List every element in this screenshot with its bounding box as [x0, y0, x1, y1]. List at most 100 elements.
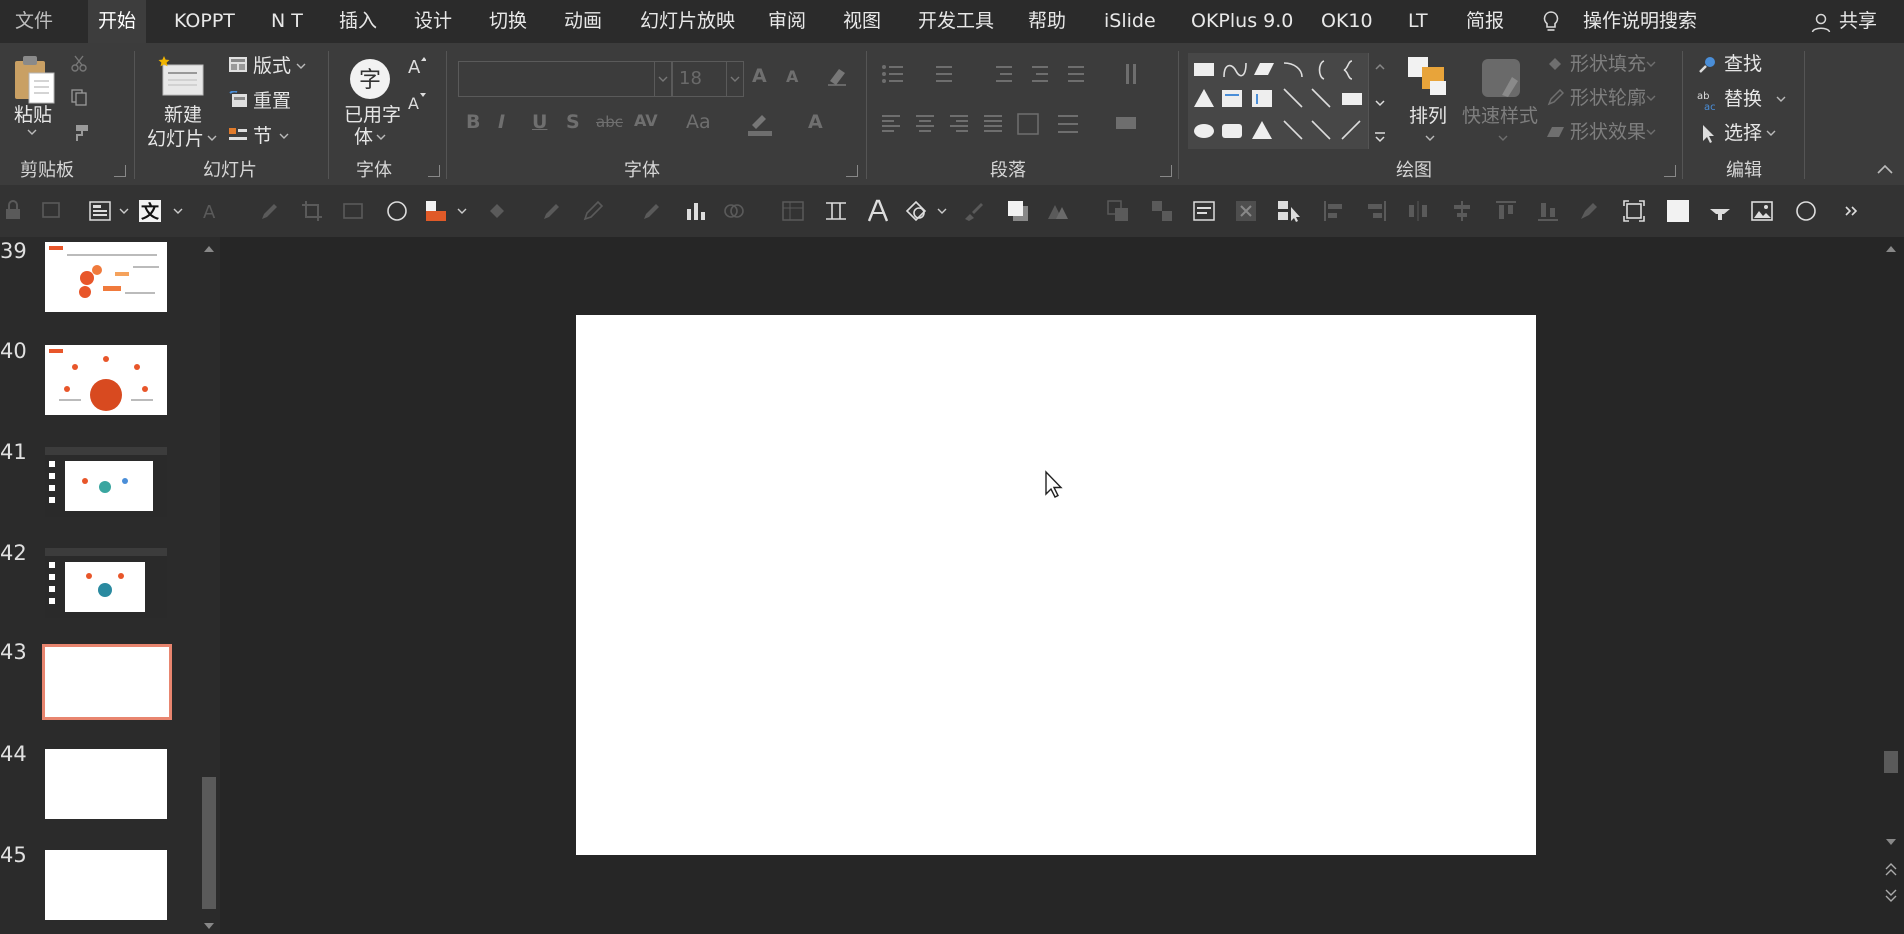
select-cursor-icon[interactable] — [1700, 123, 1718, 145]
text-frame-icon[interactable] — [1192, 199, 1216, 223]
paragraph-dialog-launcher[interactable] — [1160, 165, 1172, 177]
section-button[interactable]: 节 — [253, 125, 272, 147]
slide-thumbnail-41[interactable] — [45, 447, 167, 517]
recolor-icon[interactable] — [1578, 199, 1602, 223]
image-icon[interactable] — [1750, 199, 1774, 223]
triangles-icon[interactable] — [1046, 199, 1070, 223]
wordart-icon[interactable] — [866, 199, 890, 223]
scroll-up-arrow-icon[interactable] — [203, 244, 215, 254]
fill-color-icon[interactable] — [424, 199, 448, 223]
slide-thumbnail-42[interactable] — [45, 548, 167, 618]
share-button[interactable]: 共享 — [1839, 0, 1877, 43]
slide-thumbnail-44[interactable] — [45, 749, 167, 819]
align-bottom-icon[interactable] — [1536, 199, 1560, 223]
slide-thumbnail-45[interactable] — [45, 850, 167, 920]
paragraph-row1-icons[interactable] — [880, 61, 1150, 87]
character-spacing-icon[interactable]: AV — [634, 111, 658, 130]
tab-view[interactable]: 视图 — [843, 0, 881, 43]
font-name-field[interactable] — [458, 61, 672, 97]
current-slide-canvas[interactable] — [576, 315, 1536, 855]
align-top-icon[interactable] — [1494, 199, 1518, 223]
chevron-down-icon[interactable] — [376, 134, 386, 141]
paint-bucket-icon[interactable] — [1546, 55, 1564, 73]
tab-ok10[interactable]: OK10 — [1321, 0, 1373, 43]
chevron-down-icon[interactable] — [207, 135, 217, 142]
increase-font-icon[interactable]: A — [406, 55, 426, 77]
arrange-button[interactable]: 排列 — [1409, 105, 1447, 127]
group-icon[interactable] — [1106, 199, 1130, 223]
shadow-shape-icon[interactable] — [1006, 199, 1030, 223]
new-slide-icon[interactable] — [157, 55, 207, 101]
thumbnail-scrollbar[interactable] — [198, 237, 220, 934]
chevron-down-icon[interactable] — [118, 199, 130, 223]
bucket-icon[interactable] — [486, 199, 510, 223]
tab-home[interactable]: 开始 — [88, 0, 147, 43]
tab-brief[interactable]: 简报 — [1466, 0, 1504, 43]
font-size-field[interactable]: 18 — [672, 61, 744, 97]
change-case-icon[interactable]: Aa — [686, 111, 711, 133]
slide-thumbnail-43-selected[interactable] — [42, 644, 172, 720]
chevron-down-icon[interactable] — [1766, 130, 1776, 137]
tab-transitions[interactable]: 切换 — [489, 0, 527, 43]
arrange-icon[interactable] — [1406, 55, 1450, 99]
white-square-icon[interactable] — [1666, 199, 1690, 223]
new-slide-label-2[interactable]: 幻灯片 — [147, 128, 204, 150]
editor-vertical-scrollbar[interactable] — [1878, 237, 1904, 934]
chevron-down-icon[interactable] — [1646, 95, 1656, 102]
replace-icon[interactable]: abac — [1696, 89, 1718, 111]
italic-icon[interactable]: I — [498, 111, 505, 133]
align-left-icon[interactable] — [1322, 199, 1346, 223]
chevron-down-icon[interactable] — [936, 199, 948, 223]
thumbnail-scroll-thumb[interactable] — [202, 777, 216, 909]
chevron-down-icon[interactable] — [658, 76, 668, 83]
align-right-icon[interactable] — [1364, 199, 1388, 223]
shape-effects-icon[interactable] — [1544, 123, 1566, 141]
shape-effects-button[interactable]: 形状效果 — [1570, 121, 1646, 143]
merge-shapes-icon[interactable] — [722, 199, 746, 223]
shrink-font-icon[interactable]: A — [786, 67, 798, 86]
drawing-dialog-launcher[interactable] — [1664, 165, 1676, 177]
tab-developer[interactable]: 开发工具 — [918, 0, 994, 43]
table-icon[interactable] — [781, 199, 805, 223]
reset-button[interactable]: 重置 — [253, 90, 291, 112]
next-slide-icon[interactable] — [1884, 887, 1898, 903]
tab-animations[interactable]: 动画 — [564, 0, 602, 43]
circle-outline-icon[interactable] — [1794, 199, 1818, 223]
close-box-icon[interactable] — [1234, 199, 1258, 223]
textbox-icon[interactable] — [88, 199, 112, 223]
lamp-icon[interactable] — [1708, 199, 1732, 223]
pen-icon[interactable] — [1546, 89, 1564, 107]
chevron-down-icon[interactable] — [1425, 135, 1435, 142]
chinese-text-icon[interactable]: 文 — [138, 199, 162, 223]
strikethrough-icon[interactable]: abc — [596, 113, 623, 131]
copy-icon[interactable] — [70, 88, 88, 106]
shadow-icon[interactable]: S — [566, 111, 580, 133]
font-dialog-launcher-2[interactable] — [846, 165, 858, 177]
shape-gallery-icons[interactable] — [1188, 53, 1368, 149]
underline-icon[interactable]: U — [532, 111, 547, 133]
highlight-icon[interactable] — [748, 111, 772, 137]
chevron-down-icon[interactable] — [456, 199, 468, 223]
chevron-down-icon[interactable] — [1646, 61, 1656, 68]
chevron-down-icon[interactable] — [27, 129, 37, 136]
replace-button[interactable]: 替换 — [1724, 88, 1762, 110]
shape-outline-button[interactable]: 形状轮廓 — [1570, 87, 1646, 109]
chevron-down-icon[interactable] — [730, 76, 740, 83]
new-slide-label-1[interactable]: 新建 — [164, 104, 202, 126]
tab-koppt[interactable]: KOPPT — [174, 0, 235, 43]
font-color-icon[interactable]: A — [808, 111, 823, 133]
chevron-down-icon[interactable] — [296, 63, 306, 70]
tab-design[interactable]: 设计 — [414, 0, 452, 43]
chevron-down-icon[interactable] — [1646, 129, 1656, 136]
slide-thumbnail-39[interactable] — [45, 242, 167, 312]
selection-pane-icon[interactable] — [1276, 199, 1300, 223]
find-button[interactable]: 查找 — [1724, 53, 1762, 75]
tab-nt[interactable]: N T — [271, 0, 303, 43]
circle-shape-icon[interactable] — [385, 199, 409, 223]
quick-styles-button[interactable]: 快速样式 — [1462, 105, 1538, 127]
align-center-icon[interactable] — [1450, 199, 1474, 223]
tab-okplus[interactable]: OKPlus 9.0 — [1191, 0, 1293, 43]
tab-review[interactable]: 审阅 — [768, 0, 806, 43]
crop-icon[interactable] — [300, 199, 324, 223]
scroll-down-arrow-icon[interactable] — [1885, 837, 1897, 847]
